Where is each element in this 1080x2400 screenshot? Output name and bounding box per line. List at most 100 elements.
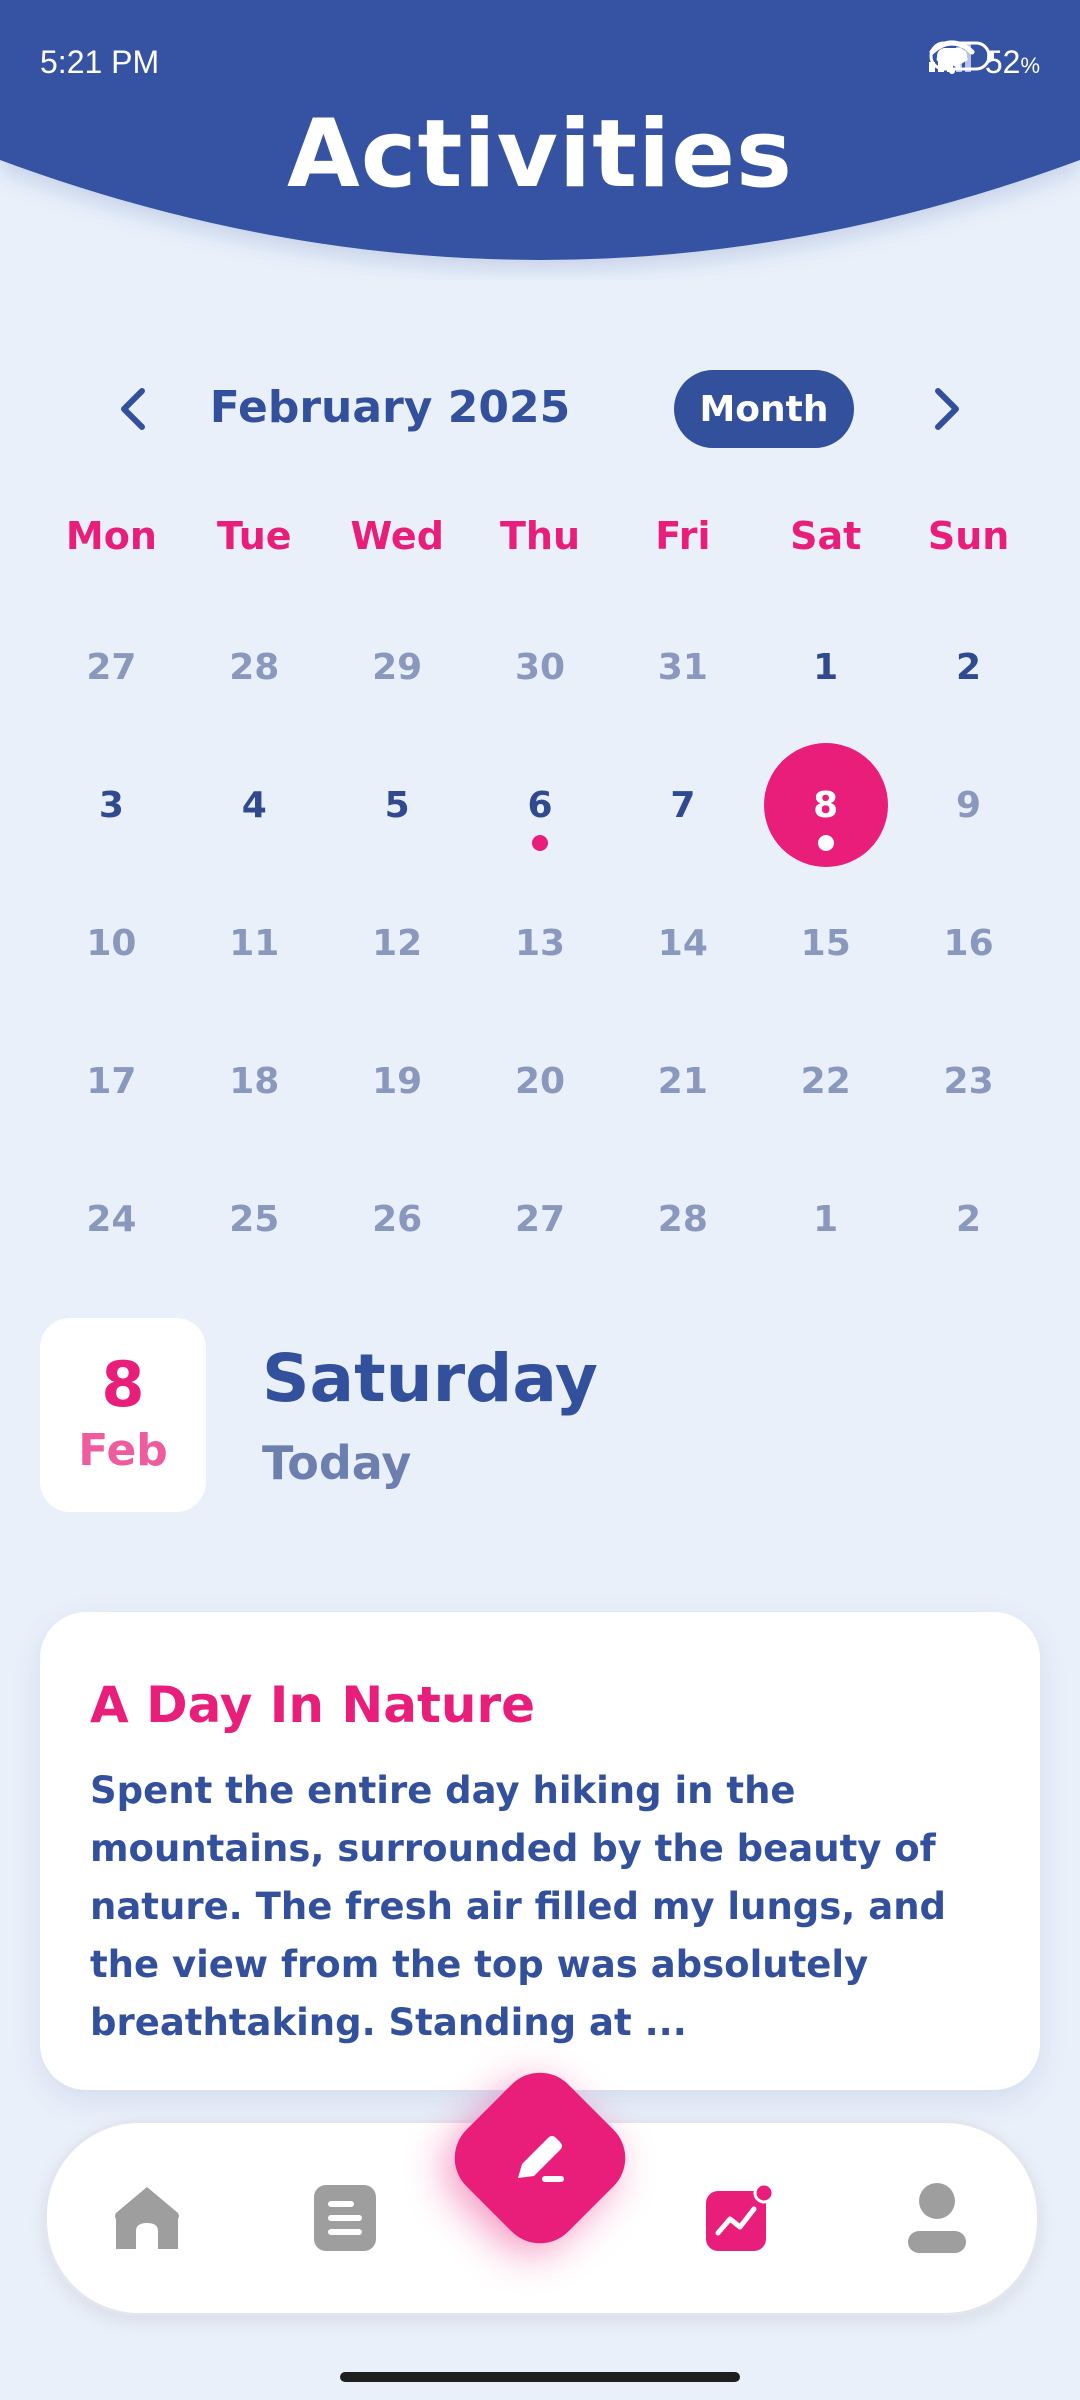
selected-date-day: 8 (101, 1348, 145, 1421)
day-number: 3 (98, 784, 124, 826)
day-number: 19 (372, 1060, 423, 1102)
activity-entry-card[interactable]: A Day In Nature Spent the entire day hik… (40, 1612, 1040, 2090)
day-number: 11 (229, 922, 280, 964)
relative-day-label: Today (262, 1436, 412, 1490)
next-month-button[interactable] (906, 368, 988, 450)
day-number: 30 (514, 646, 566, 688)
calendar-day[interactable]: 19 (326, 1012, 469, 1150)
month-navigation: February 2025 Month (0, 368, 1080, 450)
weekday-label: Tue (216, 514, 292, 558)
weekday-header: Mon Tue Wed Thu Fri Sat Sun (40, 514, 1040, 558)
day-number: 23 (943, 1060, 994, 1102)
notes-icon (314, 2185, 376, 2251)
calendar-day[interactable]: 16 (897, 874, 1040, 1012)
calendar-day[interactable]: 22 (754, 1012, 897, 1150)
calendar-day[interactable]: 20 (469, 1012, 612, 1150)
day-number: 5 (384, 784, 410, 826)
event-indicator-dot (531, 835, 548, 851)
home-indicator (340, 2372, 740, 2382)
calendar-day[interactable]: 10 (40, 874, 183, 1012)
day-number: 8 (813, 784, 839, 826)
nav-activities-button[interactable] (699, 2178, 779, 2258)
calendar-day[interactable]: 26 (326, 1150, 469, 1288)
calendar-day[interactable]: 31 (611, 598, 754, 736)
calendar-day[interactable]: 30 (469, 598, 612, 736)
day-number: 22 (800, 1060, 851, 1102)
day-number: 20 (514, 1060, 566, 1102)
day-number: 17 (86, 1060, 137, 1102)
calendar-day[interactable]: 2 (897, 598, 1040, 736)
selected-date-month: Feb (78, 1425, 168, 1476)
calendar-day[interactable]: 13 (469, 874, 612, 1012)
calendar-day[interactable]: 5 (326, 736, 469, 874)
weekday-label: Sat (790, 514, 862, 558)
calendar-day[interactable]: 9 (897, 736, 1040, 874)
calendar-day[interactable]: 12 (326, 874, 469, 1012)
weekday-label: Wed (350, 514, 444, 558)
home-icon (115, 2187, 179, 2249)
calendar-day[interactable]: 28 (183, 598, 326, 736)
page-title: Activities (287, 100, 793, 209)
calendar-day[interactable]: 25 (183, 1150, 326, 1288)
day-number: 14 (657, 922, 708, 964)
day-number: 21 (657, 1060, 708, 1102)
day-number: 29 (372, 646, 423, 688)
header: 5:21 PM 52% Activities (0, 0, 1080, 280)
chevron-right-icon (935, 388, 959, 430)
day-number: 2 (956, 1198, 982, 1240)
nav-notes-button[interactable] (305, 2178, 385, 2258)
calendar-day[interactable]: 15 (754, 874, 897, 1012)
battery-unit: % (1020, 52, 1040, 78)
weekday-label: Thu (499, 514, 580, 558)
calendar-day[interactable]: 11 (183, 874, 326, 1012)
day-number: 12 (372, 922, 423, 964)
activity-chart-icon (706, 2183, 774, 2251)
day-number: 10 (86, 922, 137, 964)
day-number: 28 (657, 1198, 708, 1240)
calendar-day[interactable]: 29 (326, 598, 469, 736)
calendar-day[interactable]: 21 (611, 1012, 754, 1150)
calendar-day[interactable]: 23 (897, 1012, 1040, 1150)
calendar-day[interactable]: 27 (469, 1150, 612, 1288)
status-icons: 52% (928, 40, 1040, 84)
calendar-day[interactable]: 1 (754, 598, 897, 736)
day-number: 31 (657, 646, 708, 688)
nav-home-button[interactable] (107, 2178, 187, 2258)
entry-title: A Day In Nature (90, 1676, 536, 1734)
calendar-day[interactable]: 28 (611, 1150, 754, 1288)
weekday-label: Sun (927, 514, 1010, 558)
calendar-day[interactable]: 3 (40, 736, 183, 874)
day-number: 18 (229, 1060, 280, 1102)
previous-month-button[interactable] (92, 368, 174, 450)
event-indicator-dot (817, 835, 834, 851)
selected-weekday: Saturday (262, 1340, 598, 1417)
entry-excerpt: Spent the entire day hiking in the mount… (90, 1769, 947, 2044)
nav-profile-button[interactable] (897, 2178, 977, 2258)
calendar-day[interactable]: 6 (469, 736, 612, 874)
calendar-day[interactable]: 18 (183, 1012, 326, 1150)
calendar-grid: 27 28 29 30 31 1 2 3 4 5 6 7 8 9 10 11 1… (40, 598, 1040, 1288)
day-number: 1 (813, 1198, 839, 1240)
calendar-day[interactable]: 7 (611, 736, 754, 874)
view-mode-toggle[interactable]: Month (674, 370, 854, 448)
weekday-label: Mon (65, 514, 157, 558)
calendar-day[interactable]: 27 (40, 598, 183, 736)
calendar-day[interactable]: 17 (40, 1012, 183, 1150)
day-number: 9 (956, 784, 982, 826)
day-number: 24 (86, 1198, 137, 1240)
calendar-day[interactable]: 4 (183, 736, 326, 874)
calendar-day-selected[interactable]: 8 (754, 736, 897, 874)
day-number: 16 (943, 922, 994, 964)
day-number: 28 (229, 646, 280, 688)
calendar-day[interactable]: 14 (611, 874, 754, 1012)
status-time: 5:21 PM (40, 44, 160, 80)
day-number: 2 (956, 646, 982, 688)
calendar-day[interactable]: 1 (754, 1150, 897, 1288)
weekday-label: Fri (655, 514, 711, 558)
day-number: 4 (241, 784, 267, 826)
selected-date-badge: 8 Feb (40, 1318, 206, 1512)
calendar-day[interactable]: 24 (40, 1150, 183, 1288)
day-number: 25 (229, 1198, 280, 1240)
day-number: 13 (514, 922, 566, 964)
calendar-day[interactable]: 2 (897, 1150, 1040, 1288)
